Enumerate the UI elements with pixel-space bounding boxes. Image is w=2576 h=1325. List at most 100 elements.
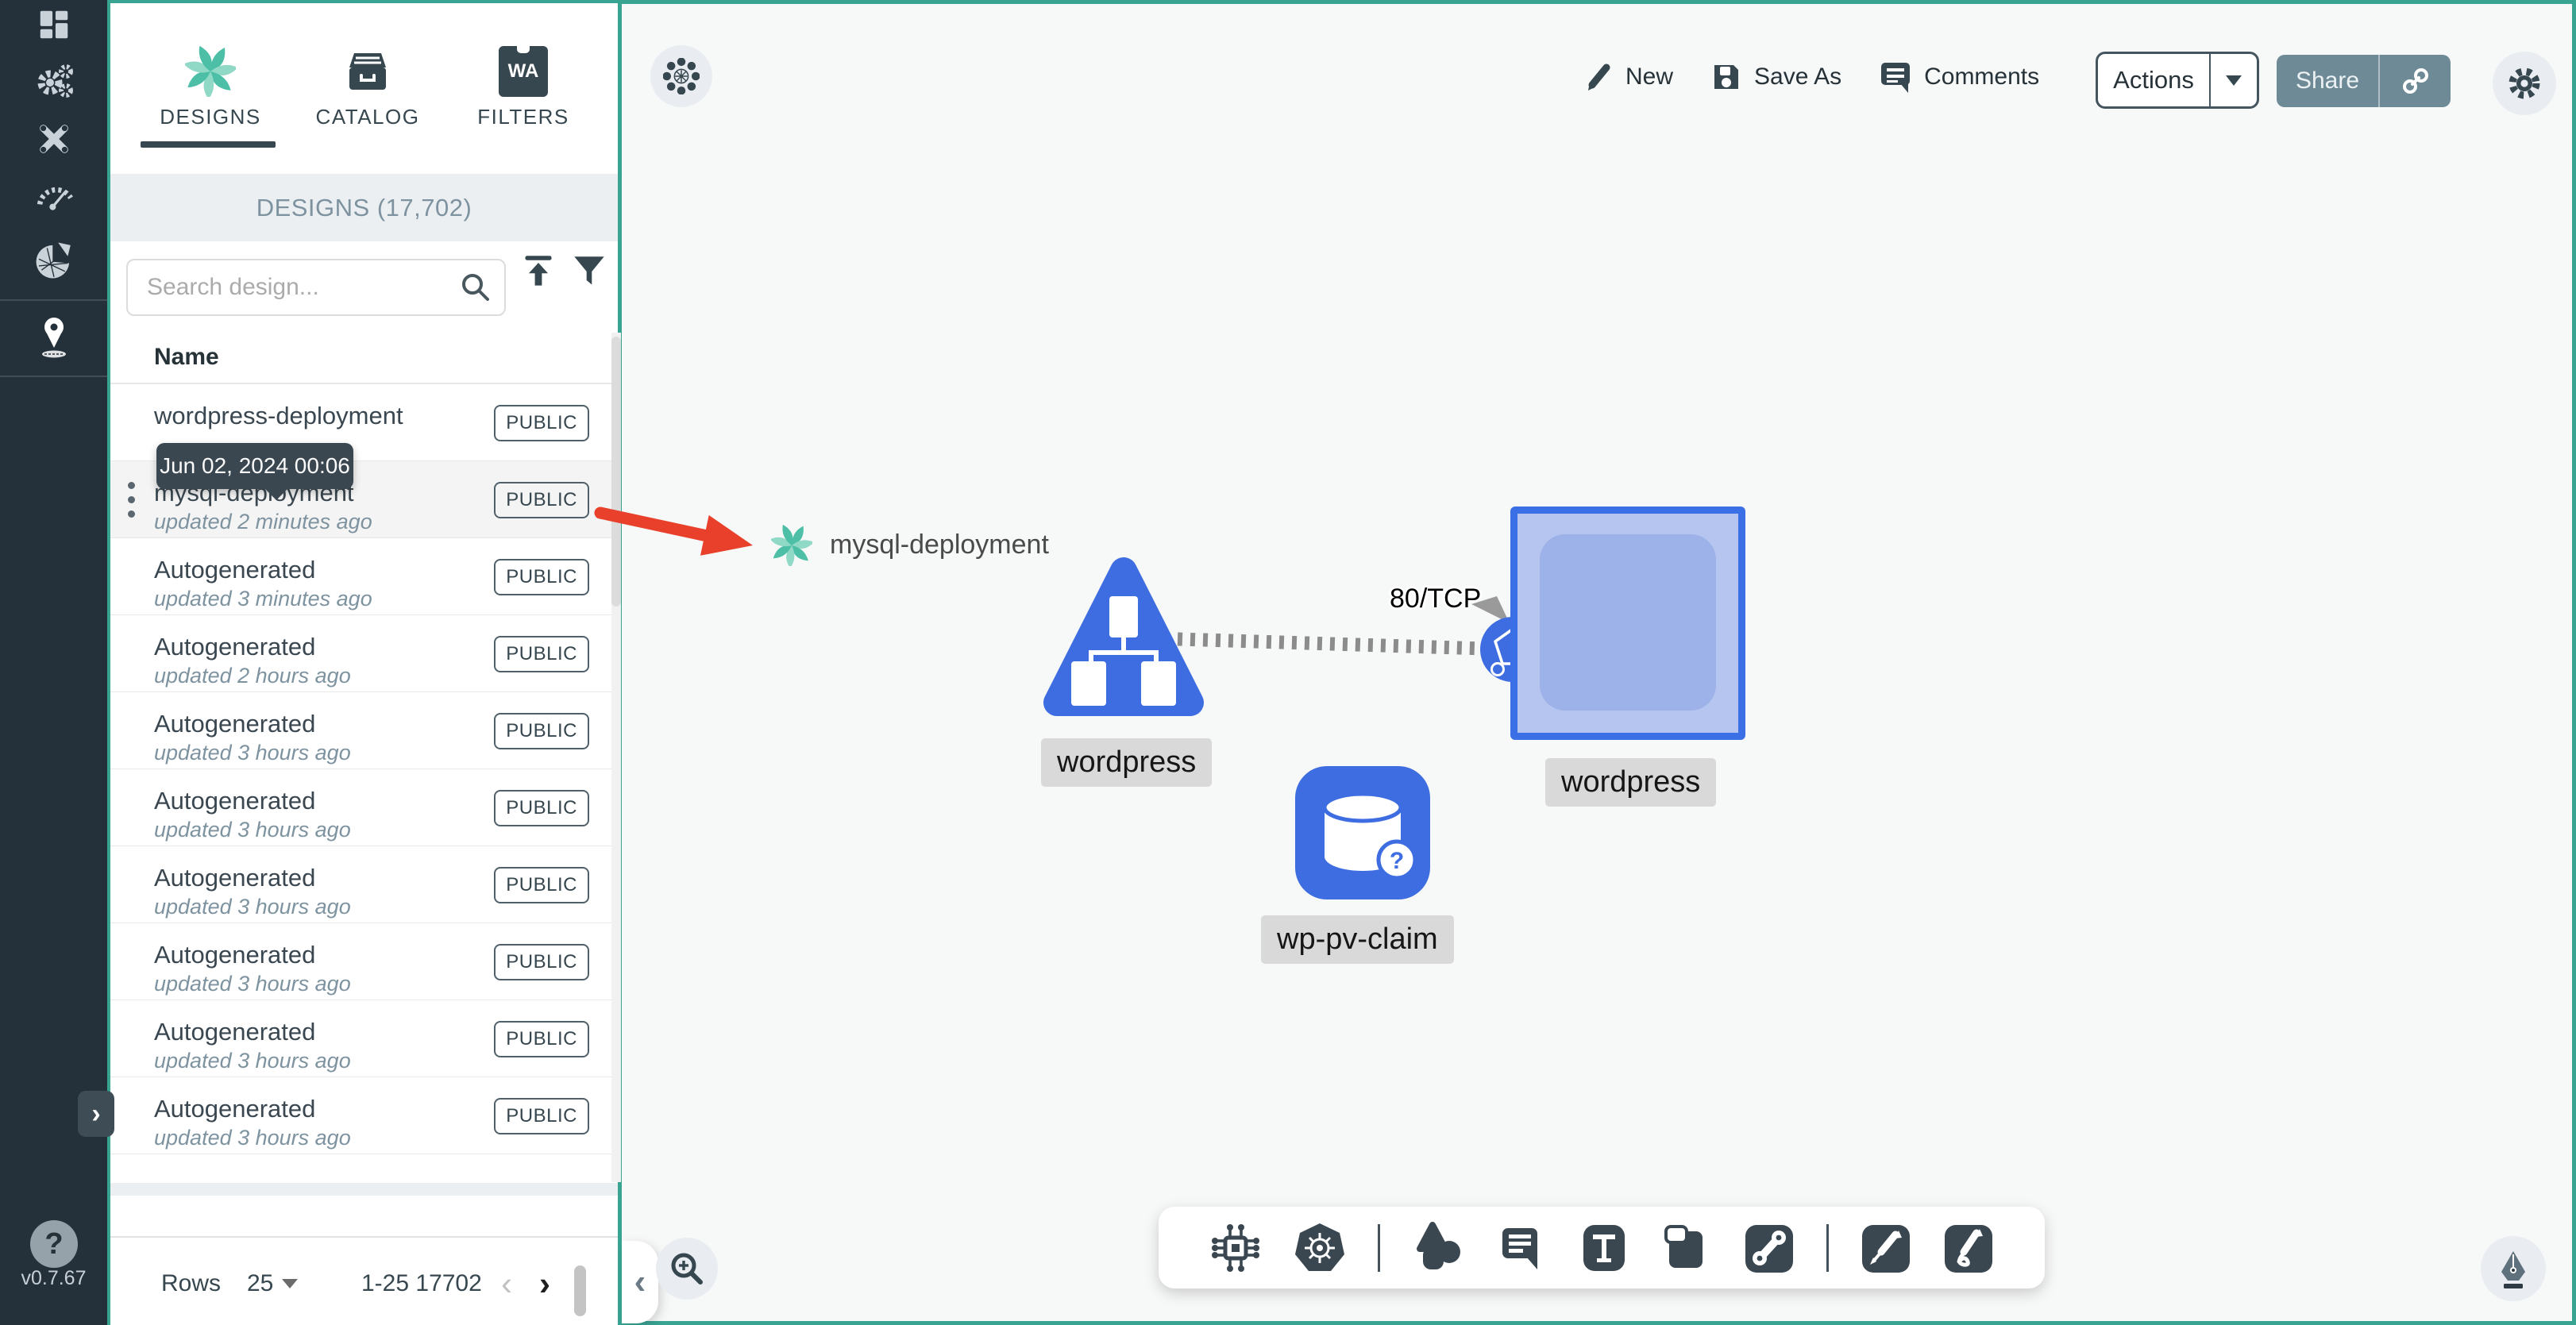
tab-filters[interactable]: WA FILTERS [452, 3, 595, 174]
service-node-label[interactable]: wordpress [1041, 738, 1213, 787]
visibility-badge: PUBLIC [494, 713, 589, 749]
tab-catalog[interactable]: CATALOG [296, 3, 439, 174]
deployment-inner-region [1540, 534, 1716, 711]
sidebar-item-performance[interactable] [0, 176, 107, 214]
search-icon[interactable] [460, 272, 492, 303]
row-menu-icon[interactable] [128, 482, 136, 525]
next-page-button[interactable]: › [539, 1265, 550, 1303]
chevron-down-icon [2226, 75, 2242, 86]
kanvas-pin-icon [41, 318, 66, 358]
list-item[interactable]: Autogenerated updated 3 hours ago PUBLIC [110, 1077, 618, 1154]
design-updated: updated 2 minutes ago [154, 510, 372, 533]
components-chip-icon[interactable] [1209, 1222, 1262, 1274]
deployment-node-selected[interactable] [1510, 507, 1745, 740]
dashboard-icon [40, 10, 67, 39]
design-canvas[interactable]: New Save As Comments Actions Share mysql… [618, 0, 2576, 1325]
save-as-button[interactable]: Save As [1710, 60, 1841, 94]
pvc-node-label[interactable]: wp-pv-claim [1261, 915, 1454, 964]
sidebar-item-kanvas[interactable] [0, 313, 107, 360]
visibility-badge: PUBLIC [494, 405, 589, 441]
meshery-spiral-icon [185, 43, 236, 100]
kubernetes-icon[interactable] [1294, 1222, 1346, 1274]
relationship-link-icon[interactable] [1744, 1222, 1795, 1274]
sidebar-divider [0, 376, 107, 377]
prev-page-button[interactable]: ‹ [501, 1265, 512, 1303]
zoom-in-icon [671, 1253, 703, 1285]
actions-dropdown-button[interactable] [2209, 54, 2257, 106]
shapes-icon[interactable] [1412, 1221, 1464, 1274]
filter-funnel-icon[interactable] [572, 254, 607, 289]
panel-collapse-button[interactable]: ‹ [622, 1241, 658, 1323]
freehand-pencil-icon[interactable] [1943, 1222, 1994, 1274]
design-updated: updated 3 hours ago [154, 741, 351, 765]
service-node[interactable] [1038, 550, 1209, 725]
list-item[interactable]: Autogenerated updated 3 hours ago PUBLIC [110, 846, 618, 923]
annotation-comment-icon[interactable] [1496, 1222, 1548, 1274]
design-list: wordpress-deployment PUBLIC mysql-deployme… [110, 384, 618, 1154]
rows-per-page-label: Rows [161, 1270, 222, 1296]
list-header: Name [110, 333, 618, 384]
visibility-badge: PUBLIC [494, 1098, 589, 1134]
design-mode-button[interactable] [2481, 1236, 2546, 1301]
search-field[interactable] [126, 259, 506, 316]
search-input[interactable] [145, 273, 460, 302]
date-tooltip: Jun 02, 2024 00:06 [156, 443, 353, 500]
mesh-button[interactable] [650, 45, 712, 107]
deployment-node-label[interactable]: wordpress [1545, 758, 1717, 807]
actions-button[interactable]: Actions [2096, 52, 2259, 109]
visibility-badge: PUBLIC [494, 1021, 589, 1057]
mysql-node-icon[interactable] [769, 524, 815, 568]
list-scrollbar-thumb[interactable] [611, 337, 621, 607]
sidebar-expand-button[interactable]: › [78, 1091, 114, 1137]
list-item[interactable]: Autogenerated updated 3 hours ago PUBLIC [110, 769, 618, 846]
share-button[interactable]: Share [2277, 55, 2451, 107]
service-edge [1177, 632, 1485, 656]
save-icon [1714, 65, 1739, 89]
design-updated: updated 3 hours ago [154, 1126, 351, 1150]
unknown-question-mark: ? [1390, 848, 1404, 874]
list-item[interactable]: Autogenerated updated 3 hours ago PUBLIC [110, 692, 618, 769]
comments-button[interactable]: Comments [1878, 60, 2039, 94]
tab-designs[interactable]: DESIGNS [139, 3, 282, 174]
design-updated: updated 3 hours ago [154, 895, 351, 919]
note-rectangle-icon[interactable] [1660, 1222, 1712, 1274]
design-updated: updated 3 hours ago [154, 1049, 351, 1073]
zoom-in-button[interactable] [656, 1238, 718, 1300]
design-name: Autogenerated [154, 864, 316, 892]
visibility-badge: PUBLIC [494, 944, 589, 980]
help-button[interactable]: ? [30, 1220, 78, 1268]
wasm-filters-icon: WA [499, 46, 548, 97]
toolbar-divider [1826, 1223, 1829, 1272]
design-name: wordpress-deployment [154, 402, 403, 429]
sidebar-item-lifecycle[interactable] [0, 60, 107, 102]
sidebar-item-configuration[interactable] [0, 119, 107, 159]
edge-port-label: 80/TCP [1390, 584, 1482, 614]
list-item[interactable]: Autogenerated updated 2 hours ago PUBLIC [110, 615, 618, 692]
footer-scrollbar-thumb[interactable] [574, 1265, 586, 1316]
sidebar-item-extensions[interactable] [0, 240, 107, 281]
design-name: Autogenerated [154, 941, 316, 969]
settings-button[interactable] [2493, 52, 2556, 115]
design-name: Autogenerated [154, 556, 316, 584]
canvas-toolbar: New Save As Comments [1583, 60, 2039, 94]
rows-per-page-caret-icon[interactable] [280, 1277, 299, 1290]
sidebar-item-dashboard[interactable] [0, 6, 107, 43]
designs-count-header: DESIGNS (17,702) [110, 174, 618, 241]
left-nav-sidebar: › ? v0.7.67 [0, 0, 114, 1325]
list-end-band [110, 1183, 618, 1196]
pvc-node[interactable]: ? [1295, 766, 1430, 899]
publish-upload-icon[interactable] [521, 254, 556, 289]
copy-link-button[interactable] [2378, 55, 2451, 107]
design-name: Autogenerated [154, 710, 316, 738]
draw-edge-pen-icon[interactable] [1861, 1222, 1911, 1274]
rows-per-page-value[interactable]: 25 [247, 1270, 273, 1297]
tab-catalog-label: CATALOG [315, 105, 420, 129]
comment-icon [1881, 63, 1911, 93]
list-item[interactable]: Autogenerated updated 3 hours ago PUBLIC [110, 1000, 618, 1077]
design-name: Autogenerated [154, 1095, 316, 1123]
list-item[interactable]: Autogenerated updated 3 hours ago PUBLIC [110, 923, 618, 1000]
list-item[interactable]: Autogenerated updated 3 minutes ago PUBLIC [110, 538, 618, 615]
new-button[interactable]: New [1583, 61, 1673, 93]
storage-cylinder-icon: ? [1322, 792, 1417, 880]
text-tool-icon[interactable] [1580, 1222, 1628, 1274]
